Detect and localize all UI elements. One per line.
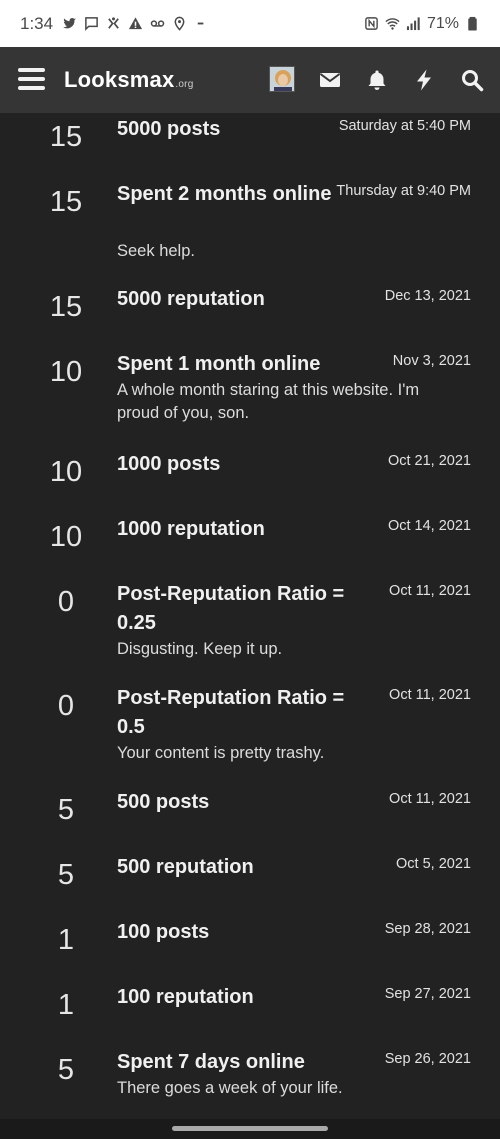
trophy-description: A whole month staring at this website. I… — [117, 381, 420, 422]
status-time: 1:34 — [20, 13, 54, 33]
signal-icon — [406, 16, 421, 31]
logo-tld: .org — [175, 79, 194, 90]
trophy-description: There goes a week of your life. — [117, 1079, 343, 1097]
trophy-date: Sep 26, 2021 — [384, 1051, 471, 1067]
trophy-row: 15 Spent 2 months online Thursday at 9:4… — [0, 178, 500, 283]
trophy-points: 10 — [49, 521, 83, 553]
trophy-title: 500 posts — [117, 791, 210, 813]
twitter-icon — [62, 16, 77, 31]
trophy-title: Spent 7 days online — [117, 1051, 305, 1073]
trophy-description: Disgusting. Keep it up. — [117, 640, 283, 658]
trophy-points: 1 — [57, 924, 75, 956]
trophy-row: 0 Post-Reputation Ratio = 0.5 Oct 11, 20… — [0, 682, 500, 786]
trophy-title: 500 reputation — [117, 856, 254, 878]
trophy-title: 100 reputation — [117, 986, 254, 1008]
trophy-date: Saturday at 5:40 PM — [338, 118, 471, 134]
trophy-points: 0 — [57, 690, 75, 722]
trophy-title: Spent 2 months online — [117, 183, 332, 205]
system-navigation-bar — [0, 1119, 500, 1139]
trophy-date: Thursday at 9:40 PM — [336, 183, 471, 199]
battery-icon — [465, 16, 480, 31]
trophy-title: Post-Reputation Ratio = 0.25 — [117, 583, 345, 634]
app-notification-icon — [106, 16, 121, 31]
trophy-points: 1 — [57, 989, 75, 1021]
trophy-row: 0 Post-Reputation Ratio = 0.25 Oct 11, 2… — [0, 578, 500, 682]
trophy-row: 15 5000 posts Saturday at 5:40 PM — [0, 113, 500, 178]
logo-text: Looksmax — [64, 67, 175, 92]
trophy-date: Oct 5, 2021 — [396, 856, 471, 872]
trophy-row: 1 100 posts Sep 28, 2021 — [0, 916, 500, 981]
trophy-date: Oct 11, 2021 — [389, 583, 471, 599]
trophy-date: Oct 21, 2021 — [387, 453, 471, 469]
trophy-points: 5 — [57, 1054, 75, 1086]
trophy-title: 1000 posts — [117, 453, 221, 475]
trophy-points: 10 — [49, 456, 83, 488]
more-dot-icon — [194, 16, 209, 31]
trophy-date: Sep 27, 2021 — [384, 986, 471, 1002]
warning-icon — [128, 16, 143, 31]
trophy-title: Post-Reputation Ratio = 0.5 — [117, 687, 345, 738]
bell-icon[interactable] — [365, 68, 389, 92]
trophy-date: Oct 11, 2021 — [389, 687, 471, 703]
trophy-row: 1 100 reputation Sep 27, 2021 — [0, 981, 500, 1046]
trophy-title: 1000 reputation — [117, 518, 265, 540]
search-icon[interactable] — [460, 68, 484, 92]
trophy-points: 15 — [49, 121, 83, 153]
wifi-icon — [385, 16, 400, 31]
nfc-icon — [364, 16, 379, 31]
trophy-description: Seek help. — [117, 242, 195, 260]
trophy-row: 10 Spent 1 month online Nov 3, 2021 A wh… — [0, 348, 500, 448]
trophy-points: 15 — [49, 291, 83, 323]
trophy-date: Sep 28, 2021 — [384, 921, 471, 937]
menu-icon[interactable] — [18, 68, 45, 90]
site-logo[interactable]: Looksmax.org — [64, 67, 193, 93]
envelope-icon[interactable] — [318, 68, 342, 92]
home-gesture-handle[interactable] — [172, 1126, 328, 1131]
status-bar: 1:34 71% — [0, 0, 500, 47]
trophy-points: 5 — [57, 859, 75, 891]
trophy-title: 5000 posts — [117, 118, 221, 140]
trophy-title: Spent 1 month online — [117, 353, 321, 375]
trophy-points: 10 — [49, 356, 83, 388]
trophy-row: 15 5000 reputation Dec 13, 2021 — [0, 283, 500, 348]
app-header: Looksmax.org — [0, 47, 500, 113]
trophy-row: 5 500 reputation Oct 5, 2021 — [0, 851, 500, 916]
message-icon — [84, 16, 99, 31]
voicemail-icon — [150, 16, 165, 31]
trophy-title: 5000 reputation — [117, 288, 265, 310]
trophy-title: 100 posts — [117, 921, 210, 943]
trophy-row: 10 1000 reputation Oct 14, 2021 — [0, 513, 500, 578]
user-avatar[interactable] — [269, 66, 295, 92]
trophy-date: Oct 14, 2021 — [387, 518, 471, 534]
battery-percent: 71% — [426, 14, 459, 32]
bolt-icon[interactable] — [412, 68, 436, 92]
trophy-row: 5 Spent 7 days online Sep 26, 2021 There… — [0, 1046, 500, 1119]
trophy-points: 5 — [57, 794, 75, 826]
trophy-description: Your content is pretty trashy. — [117, 744, 325, 762]
trophy-row: 5 500 posts Oct 11, 2021 — [0, 786, 500, 851]
trophy-points: 15 — [49, 186, 83, 218]
trophy-date: Dec 13, 2021 — [384, 288, 471, 304]
trophy-date: Nov 3, 2021 — [392, 353, 471, 369]
trophy-date: Oct 11, 2021 — [389, 791, 471, 807]
trophy-row: 10 1000 posts Oct 21, 2021 — [0, 448, 500, 513]
trophy-points: 0 — [57, 586, 75, 618]
trophy-list: 15 5000 posts Saturday at 5:40 PM 15 Spe… — [0, 113, 500, 1119]
location-icon — [172, 16, 187, 31]
